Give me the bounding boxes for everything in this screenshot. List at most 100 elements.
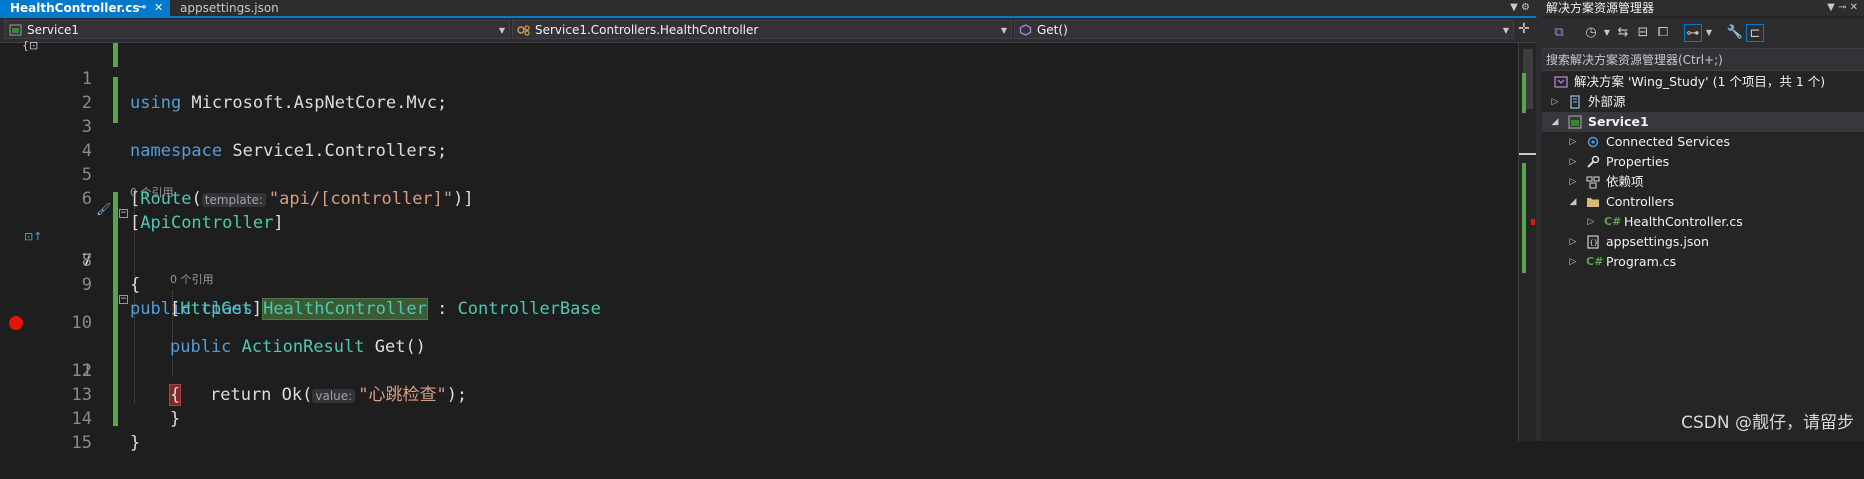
tree-item-label: Controllers bbox=[1606, 194, 1674, 209]
chevron-right-icon[interactable]: ▷ bbox=[1568, 252, 1578, 272]
chevron-down-icon: ▼ bbox=[1000, 26, 1007, 35]
line-code: } bbox=[130, 431, 140, 455]
tree-item-label: Connected Services bbox=[1606, 134, 1730, 149]
codelens-references[interactable]: 0 个引用 bbox=[170, 273, 214, 287]
json-file-icon: {} bbox=[1587, 235, 1599, 249]
split-window-icon[interactable]: ✛ bbox=[1518, 21, 1530, 37]
code-line-11: 11 { bbox=[0, 311, 1518, 406]
code-line-7: ⊡↑ 7 🖌 public class HealthController : C… bbox=[0, 201, 1518, 320]
tree-item-label: 依赖项 bbox=[1606, 174, 1644, 189]
code-line-8: 8 { bbox=[0, 225, 1518, 295]
folder-icon bbox=[1587, 198, 1599, 207]
project-dropdown[interactable]: Service1 ▼ bbox=[4, 20, 510, 39]
tree-item-healthcontroller-cs[interactable]: ▷ C# HealthController.cs bbox=[1542, 212, 1864, 232]
csharp-project-icon bbox=[9, 24, 22, 36]
tab-appsettings-json[interactable]: appsettings.json bbox=[172, 0, 302, 16]
collapse-all-icon[interactable]: ⊟ bbox=[1634, 24, 1652, 42]
tree-item-connected-services[interactable]: ▷ Connected Services bbox=[1542, 132, 1864, 152]
code-line-12: 12 return Ok(value: "心跳检查"); bbox=[0, 335, 1518, 405]
wrench-icon bbox=[1587, 155, 1600, 168]
chevron-expanded-icon[interactable]: ◢ bbox=[1550, 112, 1560, 132]
wrench-icon[interactable]: 🔧 bbox=[1726, 24, 1744, 42]
code-area[interactable]: {⊡ 1 using Microsoft.AspNetCore.Mvc; 2 3… bbox=[0, 39, 1518, 453]
tab-overflow-icons: ▼ ⚙ bbox=[1510, 0, 1530, 16]
dependencies-icon bbox=[1586, 176, 1600, 189]
pin-icon[interactable]: ⊸ bbox=[138, 0, 146, 16]
chevron-right-icon[interactable]: ▷ bbox=[1568, 152, 1578, 172]
tab-healthcontroller-cs[interactable]: HealthController.cs ⊸ ✕ bbox=[0, 0, 170, 16]
show-all-files-icon[interactable]: ⧠ bbox=[1654, 24, 1672, 42]
watermark: CSDN @靓仔，请留步 bbox=[1681, 413, 1854, 433]
change-overview-marker bbox=[1522, 163, 1526, 273]
quick-action-brush-icon[interactable]: 🖌 bbox=[96, 197, 111, 221]
window-controls: ▼ ⊸ ✕ bbox=[1827, 0, 1858, 16]
solution-icon bbox=[1554, 76, 1568, 88]
project-name: Service1 bbox=[27, 23, 79, 37]
code-line-3: 3 namespace Service1.Controllers; bbox=[0, 91, 1518, 161]
chevron-down-icon[interactable]: ▼ bbox=[1827, 2, 1835, 13]
code-line-10: 10 public ActionResult Get() bbox=[0, 287, 1518, 357]
tree-item-controllers-folder[interactable]: ◢ Controllers bbox=[1542, 192, 1864, 212]
breakpoint-icon[interactable] bbox=[9, 316, 23, 330]
chevron-down-icon: ▼ bbox=[1502, 26, 1509, 35]
switch-views-icon[interactable]: ⧉ bbox=[1550, 24, 1568, 42]
code-line-6: 6 [ApiController] bbox=[0, 163, 1518, 233]
breakpoint-overview-marker bbox=[1531, 219, 1535, 225]
csharp-file-icon: C# bbox=[1586, 255, 1604, 268]
chevron-right-icon[interactable]: ▷ bbox=[1586, 212, 1596, 232]
connected-services-icon bbox=[1587, 136, 1599, 148]
code-line-9: 9 [HttpGet] bbox=[0, 249, 1518, 319]
code-line-4: 4 bbox=[0, 115, 1518, 161]
collapse-icon[interactable]: − bbox=[119, 295, 128, 304]
chevron-down-icon[interactable]: ▼ bbox=[1510, 2, 1518, 13]
tab-label: HealthController.cs bbox=[10, 1, 140, 15]
class-name: Service1.Controllers.HealthController bbox=[535, 23, 759, 37]
member-dropdown[interactable]: Get() ▼ bbox=[1014, 20, 1514, 39]
member-name: Get() bbox=[1037, 23, 1068, 37]
tree-item-program-cs[interactable]: ▷ C# Program.cs bbox=[1542, 252, 1864, 272]
chevron-expanded-icon[interactable]: ◢ bbox=[1568, 192, 1578, 212]
navigation-bar: Service1 ▼ Service1.Controllers.HealthCo… bbox=[0, 18, 1536, 43]
change-overview-marker bbox=[1522, 73, 1526, 113]
brace: } bbox=[130, 433, 141, 453]
method-icon bbox=[1019, 24, 1032, 36]
tree-item-appsettings-json[interactable]: ▷ {} appsettings.json bbox=[1542, 232, 1864, 252]
class-icon bbox=[517, 25, 530, 36]
tree-item-dependencies[interactable]: ▷ 依赖项 bbox=[1542, 172, 1864, 192]
chevron-down-icon[interactable]: ▼ bbox=[1700, 24, 1718, 42]
tree-item-solution[interactable]: 解决方案 'Wing_Study' (1 个项目，共 1 个) bbox=[1542, 72, 1864, 92]
solution-explorer-search-input[interactable]: 搜索解决方案资源管理器(Ctrl+;) bbox=[1542, 49, 1864, 71]
preview-selected-icon[interactable]: ⊏ bbox=[1746, 24, 1764, 42]
tree-item-properties[interactable]: ▷ Properties bbox=[1542, 152, 1864, 172]
chevron-right-icon[interactable]: ▷ bbox=[1568, 232, 1578, 252]
chevron-right-icon[interactable]: ▷ bbox=[1550, 92, 1560, 112]
solution-explorer-toolbar: ⧉ ◷ ▼ ⇆ ⊟ ⧠ ⊶ ▼ 🔧 ⊏ bbox=[1542, 18, 1864, 49]
code-line-1: 1 using Microsoft.AspNetCore.Mvc; bbox=[0, 43, 1518, 113]
tree-item-label: Service1 bbox=[1588, 114, 1649, 129]
line-number: 15 bbox=[71, 433, 92, 453]
code-line-15: 15 bbox=[0, 407, 1518, 453]
class-dropdown[interactable]: Service1.Controllers.HealthController ▼ bbox=[512, 20, 1012, 39]
panel-title: 解决方案资源管理器 bbox=[1546, 1, 1655, 15]
sync-icon[interactable]: ⇆ bbox=[1614, 24, 1632, 42]
chevron-right-icon[interactable]: ▷ bbox=[1568, 172, 1578, 192]
tree-item-external-sources[interactable]: ▷ 外部源 bbox=[1542, 92, 1864, 112]
svg-text:{}: {} bbox=[1590, 239, 1598, 247]
gear-icon[interactable]: ⚙ bbox=[1521, 2, 1530, 13]
collapse-icon[interactable]: − bbox=[119, 209, 128, 218]
chevron-right-icon[interactable]: ▷ bbox=[1568, 132, 1578, 152]
csharp-file-icon: C# bbox=[1604, 215, 1622, 228]
tab-label: appsettings.json bbox=[180, 1, 279, 15]
close-icon[interactable]: ✕ bbox=[154, 0, 163, 16]
code-line-5: 5 [Route(template: "api/[controller]")] bbox=[0, 139, 1518, 209]
close-icon[interactable]: ✕ bbox=[1850, 2, 1858, 13]
code-line-14: 14 } bbox=[0, 383, 1518, 453]
codelens-references[interactable]: 0 个引用 bbox=[130, 186, 174, 200]
caret-position-marker bbox=[1519, 153, 1537, 155]
code-line-13: 13 } bbox=[0, 359, 1518, 429]
pin-icon[interactable]: ⊸ bbox=[1838, 2, 1846, 13]
tree-item-project-service1[interactable]: ◢ Service1 bbox=[1542, 112, 1864, 132]
vertical-scrollbar[interactable] bbox=[1518, 43, 1537, 441]
chevron-down-icon: ▼ bbox=[498, 26, 505, 35]
tree-item-label: 解决方案 'Wing_Study' (1 个项目，共 1 个) bbox=[1574, 74, 1826, 89]
